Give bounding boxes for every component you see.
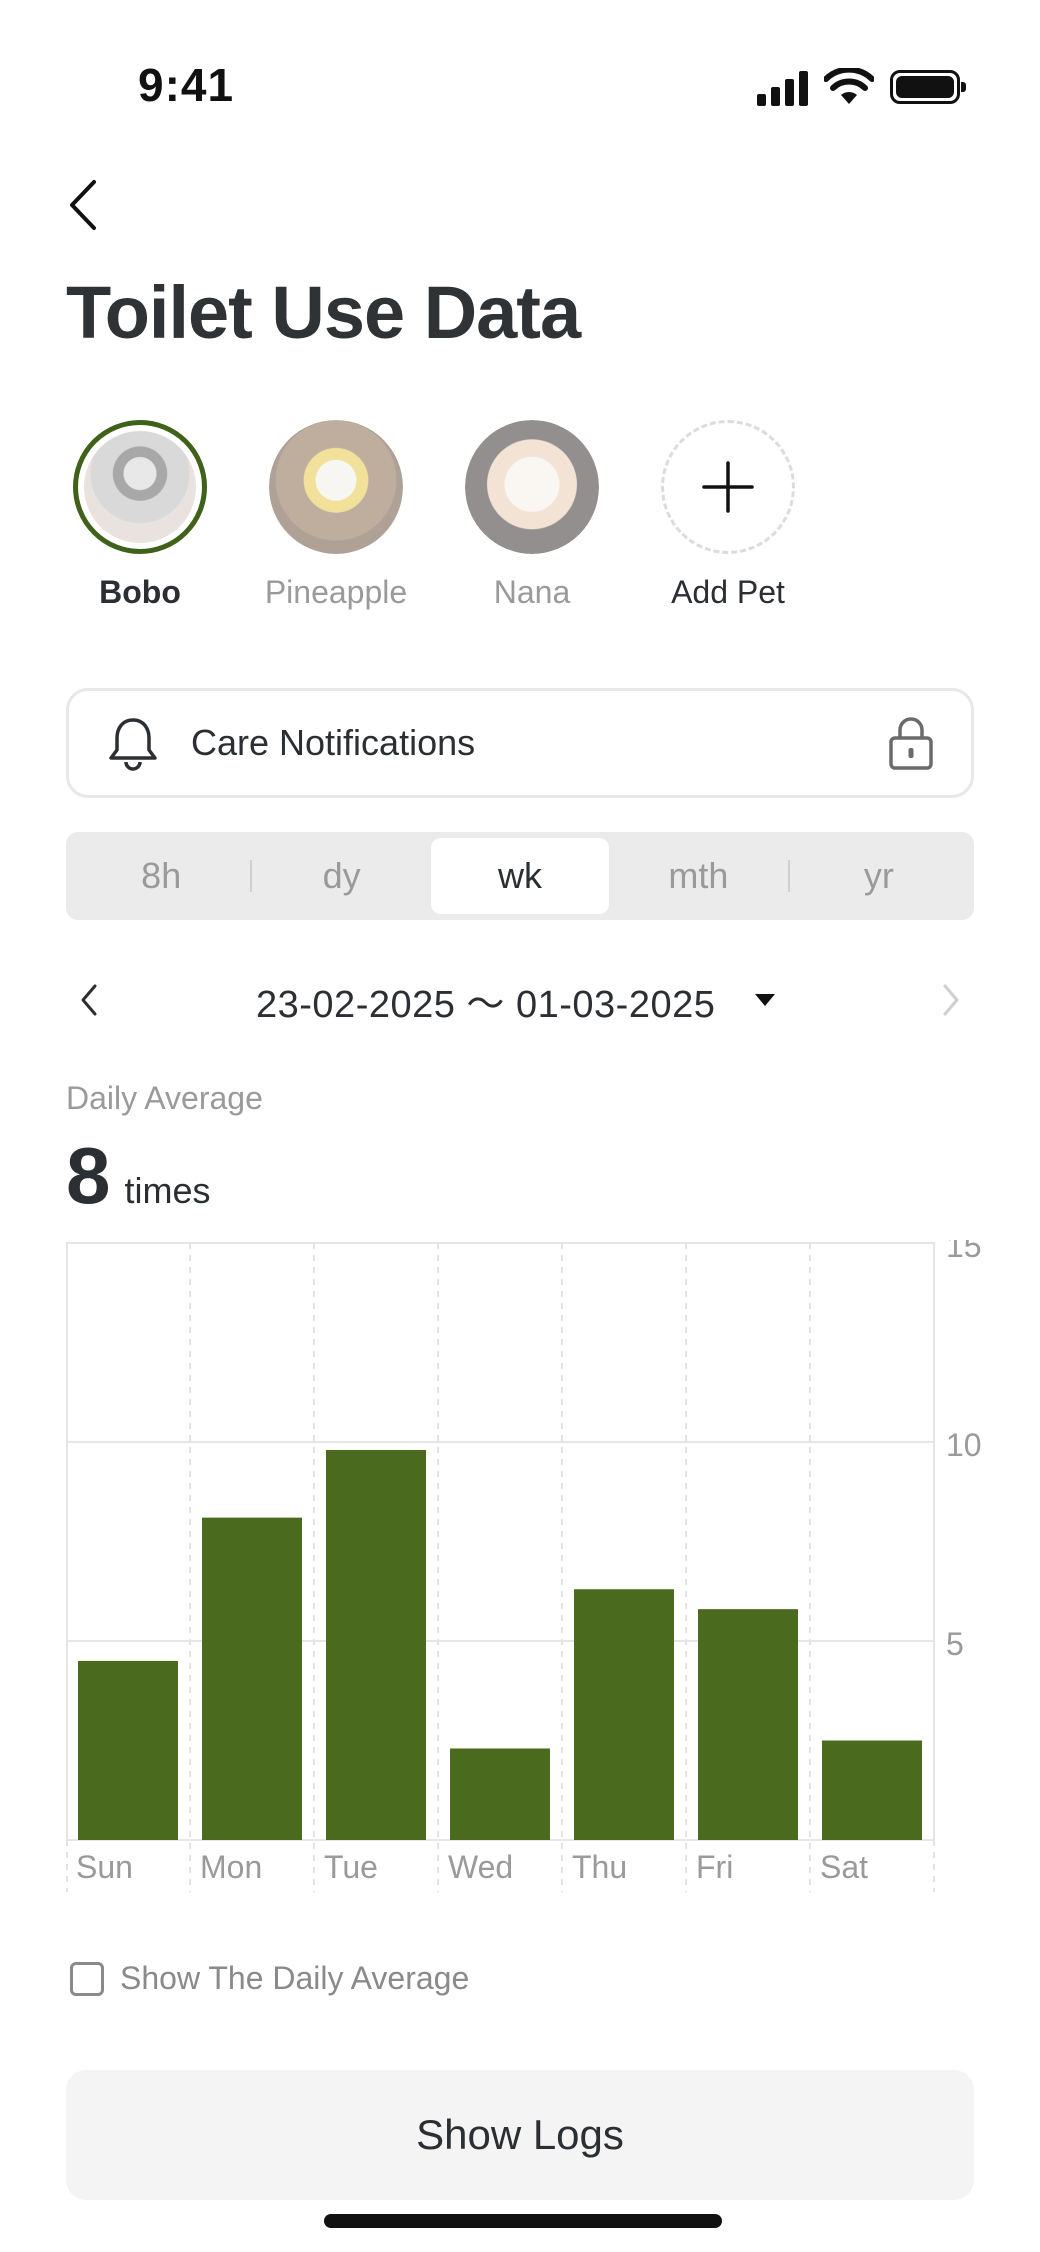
wifi-icon xyxy=(824,68,874,104)
y-tick-label: 15 xyxy=(946,1240,982,1264)
care-notifications-row[interactable]: Care Notifications xyxy=(66,688,974,798)
pet-avatar xyxy=(269,420,403,554)
pet-selector: Bobo Pineapple Nana Add Pet xyxy=(60,420,808,611)
bar-thu xyxy=(574,1589,674,1840)
cellular-signal-icon xyxy=(757,68,808,106)
caret-down-icon[interactable] xyxy=(754,993,776,1007)
show-logs-button[interactable]: Show Logs xyxy=(66,2070,974,2200)
period-tab-wk[interactable]: wk xyxy=(430,838,610,914)
y-tick-label: 5 xyxy=(946,1626,964,1662)
pet-item-bobo[interactable]: Bobo xyxy=(60,420,220,611)
show-daily-average-toggle[interactable]: Show The Daily Average xyxy=(70,1960,469,1997)
plus-icon xyxy=(702,461,754,513)
status-time: 9:41 xyxy=(138,59,235,111)
bar-wed xyxy=(450,1748,550,1840)
x-tick-label: Fri xyxy=(696,1849,733,1885)
previous-period-button[interactable] xyxy=(66,970,112,1030)
period-segmented-control: 8h dy wk mth yr xyxy=(66,832,974,920)
checkbox[interactable] xyxy=(70,1961,104,1996)
x-tick-label: Mon xyxy=(200,1849,262,1885)
bell-icon xyxy=(109,718,157,771)
summary-label: Daily Average xyxy=(66,1080,263,1116)
home-indicator xyxy=(324,2214,722,2228)
add-pet-label: Add Pet xyxy=(671,574,785,610)
x-tick-label: Wed xyxy=(448,1849,513,1885)
period-tab-mth[interactable]: mth xyxy=(609,838,787,914)
date-range-label[interactable]: 23-02-2025 〜 01-03-2025 xyxy=(256,973,715,1028)
bar-sun xyxy=(78,1660,178,1840)
show-daily-average-label: Show The Daily Average xyxy=(120,1960,470,1996)
pet-name: Pineapple xyxy=(264,574,408,610)
bar-sat xyxy=(822,1740,922,1840)
summary-value: 8 times xyxy=(66,1130,211,1222)
period-tab-yr[interactable]: yr xyxy=(790,838,968,914)
date-range-row: 23-02-2025 〜 01-03-2025 xyxy=(66,960,974,1040)
pet-name: Bobo xyxy=(99,574,181,610)
chevron-left-icon xyxy=(81,984,97,1016)
summary-number: 8 xyxy=(66,1131,111,1220)
status-bar: 9:41 xyxy=(0,0,1040,180)
x-tick-label: Sat xyxy=(820,1849,868,1885)
y-tick-label: 10 xyxy=(946,1427,982,1463)
back-button[interactable] xyxy=(58,170,108,240)
add-pet-button[interactable]: Add Pet xyxy=(648,420,808,611)
x-tick-label: Sun xyxy=(76,1849,133,1885)
pet-avatar xyxy=(73,420,207,554)
page-title: Toilet Use Data xyxy=(66,271,581,354)
pet-item-nana[interactable]: Nana xyxy=(452,420,612,611)
care-notifications-label: Care Notifications xyxy=(191,722,476,763)
x-tick-label: Thu xyxy=(572,1849,627,1885)
next-period-button[interactable] xyxy=(928,970,974,1030)
summary-unit: times xyxy=(124,1170,211,1211)
pet-item-pineapple[interactable]: Pineapple xyxy=(256,420,416,611)
x-tick-label: Tue xyxy=(324,1849,378,1885)
status-icons xyxy=(757,68,966,106)
chevron-left-icon xyxy=(70,180,96,230)
chevron-right-icon xyxy=(943,984,959,1016)
bar-fri xyxy=(698,1609,798,1840)
bar-mon xyxy=(202,1517,302,1840)
lock-icon xyxy=(889,717,933,770)
bar-tue xyxy=(326,1449,426,1840)
add-pet-circle xyxy=(661,420,795,554)
period-tab-dy[interactable]: dy xyxy=(252,838,430,914)
period-tab-8h[interactable]: 8h xyxy=(72,838,250,914)
pet-avatar xyxy=(465,420,599,554)
toilet-use-bar-chart: 5 10 15 Sun Mon Tue Wed Thu Fri Sat xyxy=(66,1240,982,1892)
battery-icon xyxy=(890,70,966,104)
pet-name: Nana xyxy=(493,574,571,610)
